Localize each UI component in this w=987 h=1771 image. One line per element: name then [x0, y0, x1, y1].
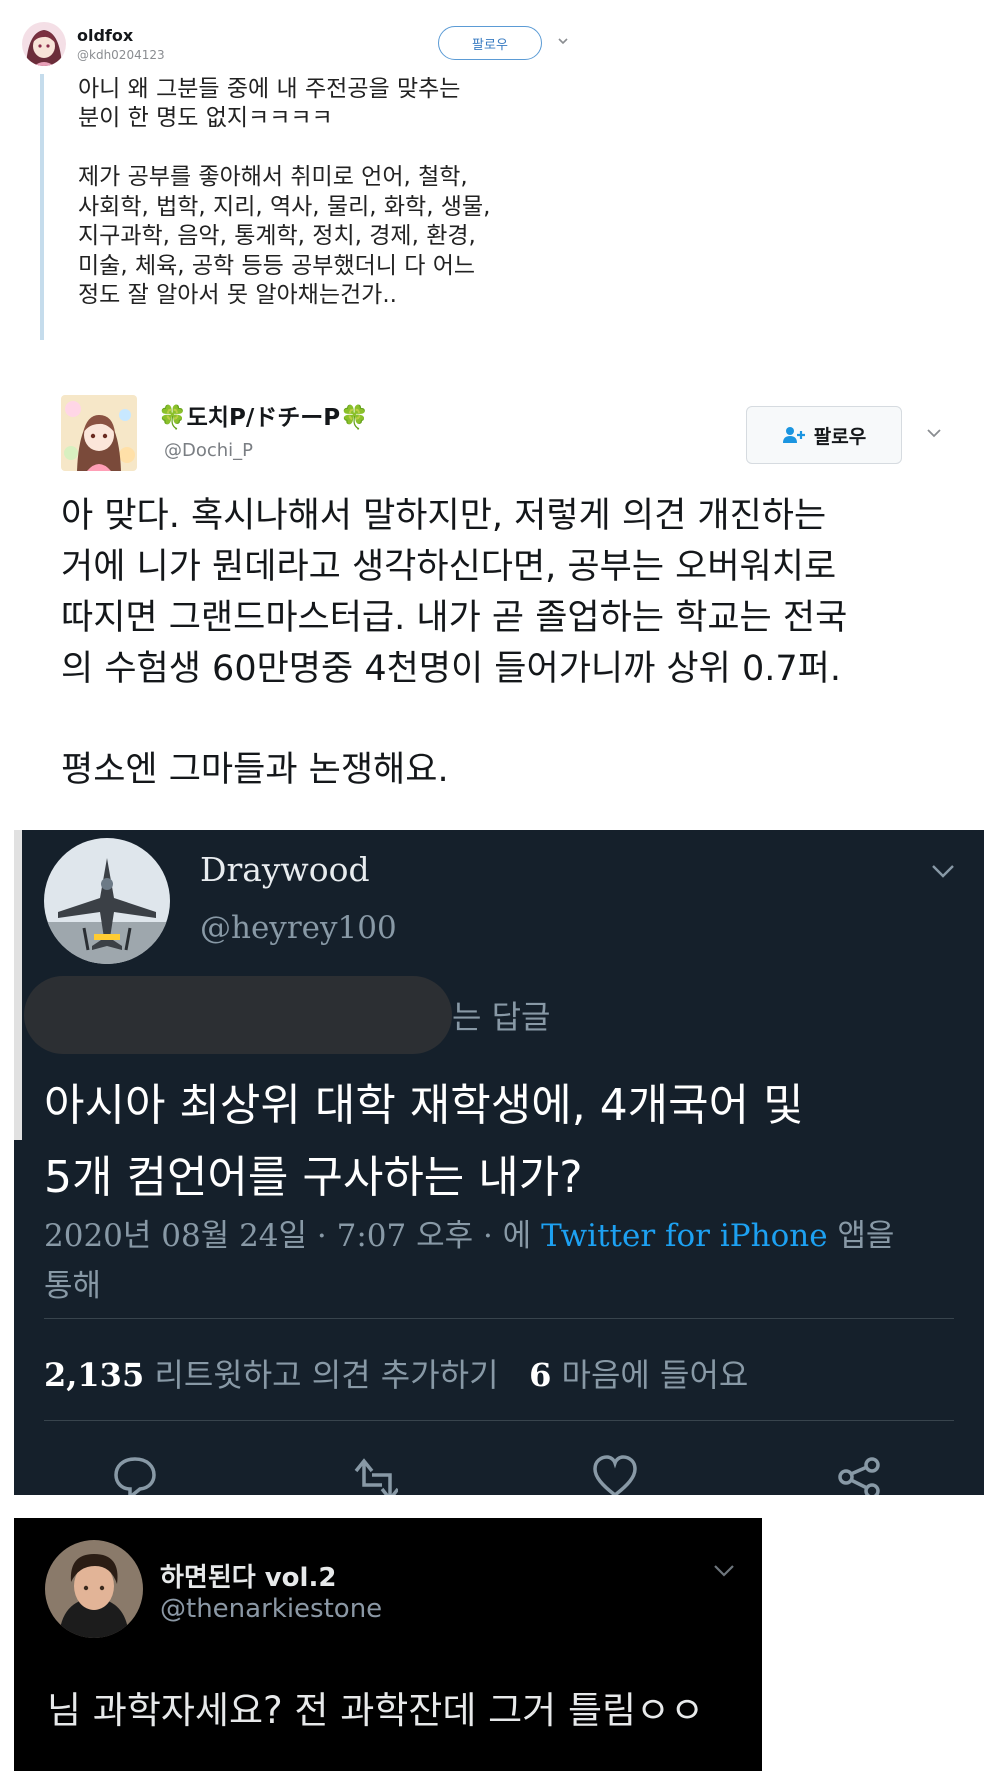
chevron-down-icon[interactable]	[556, 34, 570, 48]
tweet-timestamp: 2020년 08월 24일 · 7:07 오후 · 에 Twitter for …	[44, 1212, 894, 1260]
retweet-icon[interactable]	[352, 1455, 398, 1495]
author-name[interactable]: 하면된다 vol.2	[160, 1557, 336, 1594]
chevron-down-icon[interactable]	[712, 1563, 736, 1579]
tweet-text-line: 거에 니가 뭔데라고 생각하신다면, 공부는 오버워치로	[61, 547, 837, 587]
tweet-text-line: 정도 잘 알아서 못 알아채는건가..	[78, 282, 397, 308]
reply-context: 는 답글	[452, 998, 551, 1036]
author-handle[interactable]: @Dochi_P	[164, 440, 253, 461]
author-name[interactable]: oldfox	[77, 26, 133, 45]
tweet-text-line: 아시아 최상위 대학 재학생에, 4개국어 및	[44, 1080, 804, 1131]
author-handle[interactable]: @kdh0204123	[77, 48, 165, 62]
avatar[interactable]	[22, 22, 66, 66]
timestamp-text[interactable]: 2020년 08월 24일 · 7:07 오후 · 에	[44, 1218, 541, 1254]
tweet-text-line: 따지면 그랜드마스터급. 내가 곧 졸업하는 학교는 전국	[61, 598, 848, 638]
follow-button-label: 팔로우	[472, 37, 508, 53]
divider	[44, 1420, 954, 1421]
author-name[interactable]: 🍀도치P/ドチーP🍀	[158, 398, 369, 432]
source-suffix: 앱을	[827, 1218, 895, 1254]
tweet-text-line: 사회학, 법학, 지리, 역사, 물리, 화학, 생물,	[78, 194, 491, 220]
source-suffix-line2: 통해	[44, 1268, 102, 1304]
tweet-stats: 2,135 리트윗하고 의견 추가하기 6 마음에 들어요	[44, 1350, 748, 1396]
like-icon[interactable]	[592, 1455, 638, 1495]
divider	[44, 1318, 954, 1319]
tweet-text: 님 과학자세요? 전 과학잔데 그거 틀림ㅇㅇ	[47, 1689, 705, 1732]
chevron-down-icon[interactable]	[930, 862, 956, 880]
retweet-label: 리트윗하고 의견 추가하기	[144, 1356, 499, 1394]
tweet-text-line: 지구과학, 음악, 통계학, 정치, 경제, 환경,	[78, 223, 476, 249]
tweet-text-line: 의 수험생 60만명중 4천명이 들어가니까 상위 0.7퍼.	[61, 649, 841, 689]
source-link[interactable]: Twitter for iPhone	[541, 1218, 827, 1254]
tweet-text-line: 제가 공부를 좋아해서 취미로 언어, 철학,	[78, 164, 468, 190]
add-user-icon	[782, 427, 805, 443]
retweet-count: 2,135	[44, 1356, 145, 1394]
tweet-text-line: 미술, 체육, 공학 등등 공부했더니 다 어느	[78, 253, 476, 279]
like-count: 6	[529, 1356, 552, 1394]
follow-button-label: 팔로우	[813, 425, 867, 448]
chevron-down-icon[interactable]	[925, 424, 943, 442]
like-stat[interactable]: 6 마음에 들어요	[529, 1356, 748, 1394]
author-name[interactable]: Draywood	[200, 850, 370, 889]
follow-button[interactable]: 팔로우	[746, 406, 902, 464]
redacted-username	[24, 976, 452, 1054]
tweet-text-line: 분이 한 명도 없지ㅋㅋㅋㅋ	[78, 105, 333, 131]
reply-icon[interactable]	[112, 1455, 158, 1495]
quote-bar	[40, 74, 44, 340]
avatar[interactable]	[45, 1540, 143, 1638]
tweet-text-line: 아니 왜 그분들 중에 내 주전공을 맞추는	[78, 76, 461, 102]
retweet-stat[interactable]: 2,135 리트윗하고 의견 추가하기	[44, 1356, 499, 1394]
author-handle[interactable]: @heyrey100	[200, 910, 397, 946]
author-handle[interactable]: @thenarkiestone	[160, 1594, 382, 1624]
tweet-text-line: 평소엔 그마들과 논쟁해요.	[61, 750, 449, 790]
share-icon[interactable]	[836, 1455, 882, 1495]
tweet-text-line: 아 맞다. 혹시나해서 말하지만, 저렇게 의견 개진하는	[61, 496, 827, 536]
avatar[interactable]	[44, 838, 170, 964]
avatar[interactable]	[61, 395, 137, 471]
like-label: 마음에 들어요	[551, 1356, 749, 1394]
scroll-edge	[14, 830, 22, 1140]
tweet-text-line: 5개 컴언어를 구사하는 내가?	[44, 1152, 583, 1203]
follow-button[interactable]: 팔로우	[438, 26, 542, 60]
